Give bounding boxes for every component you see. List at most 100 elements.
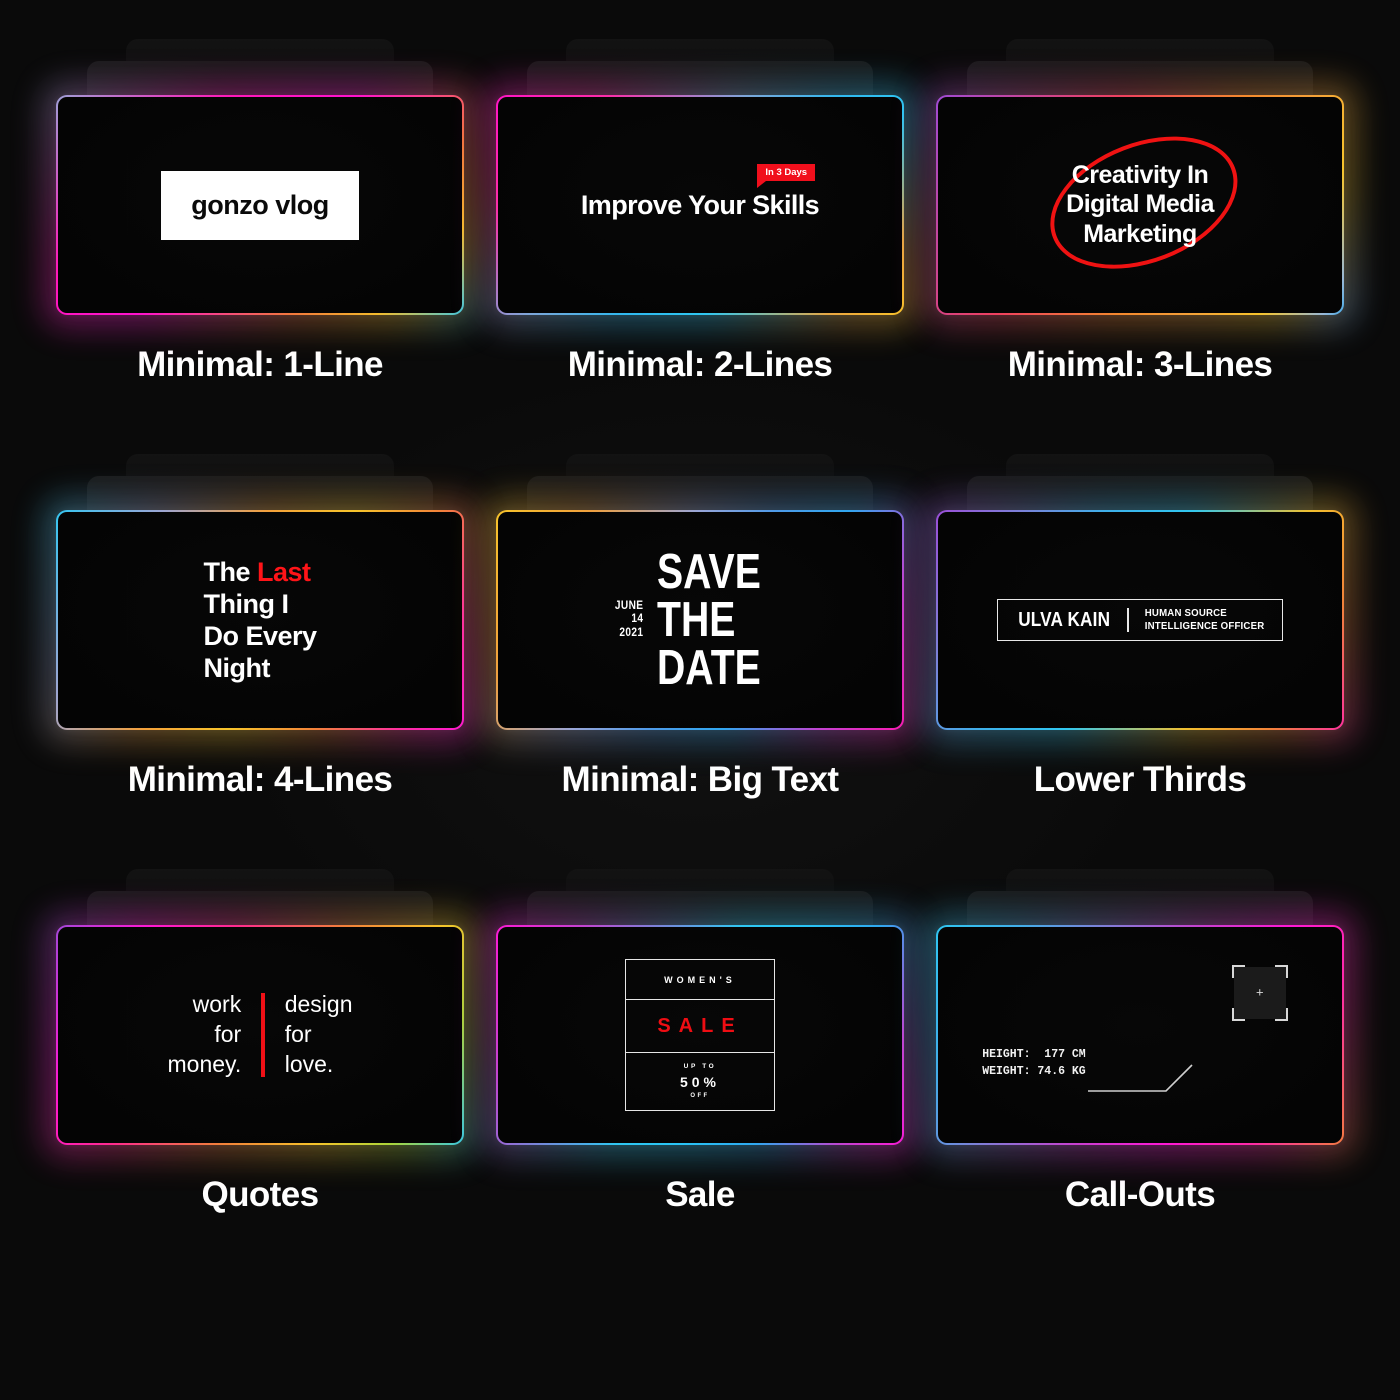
preview-screen[interactable]: gonzo vlog [58, 97, 462, 313]
neon-frame: The Last Thing I Do Every Night [56, 510, 464, 730]
sale-category: WOMEN'S [626, 960, 774, 1000]
thumbnail-deck: ULVA KAIN HUMAN SOURCE INTELLIGENCE OFFI… [936, 454, 1344, 730]
quote-right-line-1: design [284, 991, 353, 1018]
headline-group: JUNE 14 2021 SAVE THE DATE [613, 544, 786, 695]
preview-screen[interactable]: HEIGHT: 177 CM WEIGHT: 74.6 KG + [938, 927, 1342, 1143]
thumbnail-deck: JUNE 14 2021 SAVE THE DATE [496, 454, 904, 730]
thumbnail-deck: gonzo vlog [56, 39, 464, 315]
template-card-sale[interactable]: WOMEN'S SALE UP TO 50% OFF Sale [480, 869, 920, 1340]
bracket-corner-bl [1231, 1008, 1245, 1022]
headline-line-3: Do Every [203, 621, 317, 651]
thumbnail-deck: The Last Thing I Do Every Night [56, 454, 464, 730]
headline-text: The Last Thing I Do Every Night [203, 556, 317, 685]
person-role: HUMAN SOURCE INTELLIGENCE OFFICER [1134, 607, 1264, 633]
headline-line-2: Digital Media [1066, 190, 1214, 219]
card-caption: Sale [665, 1175, 735, 1214]
template-card-minimal-big-text[interactable]: JUNE 14 2021 SAVE THE DATE Minimal: Big … [480, 454, 920, 925]
quote-group: work for money. design for love. [168, 990, 353, 1080]
neon-frame: HEIGHT: 177 CM WEIGHT: 74.6 KG + [936, 925, 1344, 1145]
quote-left-line-2: for [214, 1021, 242, 1048]
neon-frame: In 3 Days Improve Your Skills [496, 95, 904, 315]
quote-right: design for love. [265, 990, 353, 1080]
lower-third-bar: ULVA KAIN HUMAN SOURCE INTELLIGENCE OFFI… [997, 599, 1283, 641]
headline-group: In 3 Days Improve Your Skills [580, 163, 820, 221]
person-role-line-1: HUMAN SOURCE [1144, 607, 1227, 620]
leader-line-icon [1088, 1064, 1193, 1092]
bracket-corner-br [1274, 1008, 1288, 1022]
sale-discount-value: 50% [679, 1074, 721, 1090]
target-bracket-icon: + [1231, 965, 1288, 1022]
headline-line-1: SAVE [656, 544, 761, 599]
template-card-quotes[interactable]: work for money. design for love. Quotes [40, 869, 480, 1340]
headline-group: Creativity In Digital Media Marketing [1031, 111, 1257, 294]
callout-stage: HEIGHT: 177 CM WEIGHT: 74.6 KG + [938, 927, 1342, 1143]
headline-line-3: Marketing [1083, 219, 1197, 248]
card-caption: Quotes [201, 1175, 320, 1214]
headline-text: SAVE THE DATE [656, 544, 761, 695]
event-date: JUNE 14 2021 [615, 600, 643, 640]
preview-screen[interactable]: WOMEN'S SALE UP TO 50% OFF [498, 927, 902, 1143]
person-name: ULVA KAIN [1018, 608, 1111, 631]
sale-card: WOMEN'S SALE UP TO 50% OFF [625, 959, 775, 1111]
person-role-line-2: INTELLIGENCE OFFICER [1144, 620, 1265, 632]
preview-screen[interactable]: JUNE 14 2021 SAVE THE DATE [498, 512, 902, 728]
thumbnail-deck: HEIGHT: 177 CM WEIGHT: 74.6 KG + [936, 869, 1344, 1145]
headline-text: Creativity In Digital Media Marketing [1066, 161, 1214, 249]
neon-frame: work for money. design for love. [56, 925, 464, 1145]
template-card-minimal-2-lines[interactable]: In 3 Days Improve Your Skills Minimal: 2… [480, 39, 920, 510]
template-card-lower-thirds[interactable]: ULVA KAIN HUMAN SOURCE INTELLIGENCE OFFI… [920, 454, 1360, 925]
headline-line-1: The Last [203, 556, 316, 588]
headline-line-1-plain: The [203, 556, 257, 587]
neon-frame: ULVA KAIN HUMAN SOURCE INTELLIGENCE OFFI… [936, 510, 1344, 730]
template-card-minimal-4-lines[interactable]: The Last Thing I Do Every Night Minimal:… [40, 454, 480, 925]
neon-frame: Creativity In Digital Media Marketing [936, 95, 1344, 315]
neon-frame: JUNE 14 2021 SAVE THE DATE [496, 510, 904, 730]
card-caption: Minimal: Big Text [561, 760, 840, 799]
bracket-corner-tl [1231, 965, 1245, 979]
logo-plate: gonzo vlog [161, 170, 359, 240]
event-date-year: 2021 [619, 626, 644, 639]
neon-frame: gonzo vlog [56, 95, 464, 315]
headline-line-4: Night [203, 653, 270, 684]
sale-headline: SALE [626, 1000, 774, 1053]
thumbnail-deck: work for money. design for love. [56, 869, 464, 1145]
thumbnail-deck: Creativity In Digital Media Marketing [936, 39, 1344, 315]
event-date-month: JUNE [615, 600, 644, 612]
headline-line-1: Creativity In [1071, 161, 1209, 190]
template-card-minimal-1-line[interactable]: gonzo vlog Minimal: 1-Line [40, 39, 480, 510]
sale-discount-suffix: OFF [690, 1093, 710, 1099]
sale-discount-prefix: UP TO [683, 1063, 717, 1070]
card-caption: Minimal: 1-Line [137, 345, 383, 384]
quote-right-line-2: for [284, 1021, 312, 1048]
template-card-minimal-3-lines[interactable]: Creativity In Digital Media Marketing Mi… [920, 39, 1360, 510]
card-caption: Minimal: 2-Lines [567, 345, 833, 384]
headline-text: Improve Your Skills [580, 189, 820, 220]
preview-screen[interactable]: Creativity In Digital Media Marketing [938, 97, 1342, 313]
template-card-call-outs[interactable]: HEIGHT: 177 CM WEIGHT: 74.6 KG + Call-Ou… [920, 869, 1360, 1340]
bracket-corner-tr [1274, 965, 1288, 979]
crosshair-plus-icon: + [1255, 985, 1264, 1001]
quote-left: work for money. [168, 990, 262, 1080]
quote-right-line-3: love. [284, 1050, 334, 1077]
preview-screen[interactable]: work for money. design for love. [58, 927, 462, 1143]
card-caption: Lower Thirds [1033, 760, 1247, 799]
card-caption: Call-Outs [1064, 1175, 1216, 1214]
thumbnail-deck: WOMEN'S SALE UP TO 50% OFF [496, 869, 904, 1145]
headline-line-2: THE [656, 592, 736, 647]
thumbnail-deck: In 3 Days Improve Your Skills [496, 39, 904, 315]
badge-in-3-days: In 3 Days [757, 163, 816, 188]
preview-screen[interactable]: ULVA KAIN HUMAN SOURCE INTELLIGENCE OFFI… [938, 512, 1342, 728]
callout-readout: HEIGHT: 177 CM WEIGHT: 74.6 KG [982, 1048, 1086, 1078]
quote-left-line-3: money. [167, 1050, 242, 1077]
sale-discount-group: UP TO 50% OFF [626, 1053, 774, 1110]
card-caption: Minimal: 3-Lines [1007, 345, 1273, 384]
preview-screen[interactable]: In 3 Days Improve Your Skills [498, 97, 902, 313]
event-date-day: 14 [631, 613, 644, 626]
card-caption: Minimal: 4-Lines [127, 760, 393, 799]
preview-screen[interactable]: The Last Thing I Do Every Night [58, 512, 462, 728]
headline-line-3: DATE [656, 641, 761, 695]
quote-left-line-1: work [192, 991, 242, 1018]
vertical-divider [1127, 608, 1129, 632]
template-gallery-grid: gonzo vlog Minimal: 1-Line In 3 Days Imp… [0, 0, 1400, 1400]
neon-frame: WOMEN'S SALE UP TO 50% OFF [496, 925, 904, 1145]
